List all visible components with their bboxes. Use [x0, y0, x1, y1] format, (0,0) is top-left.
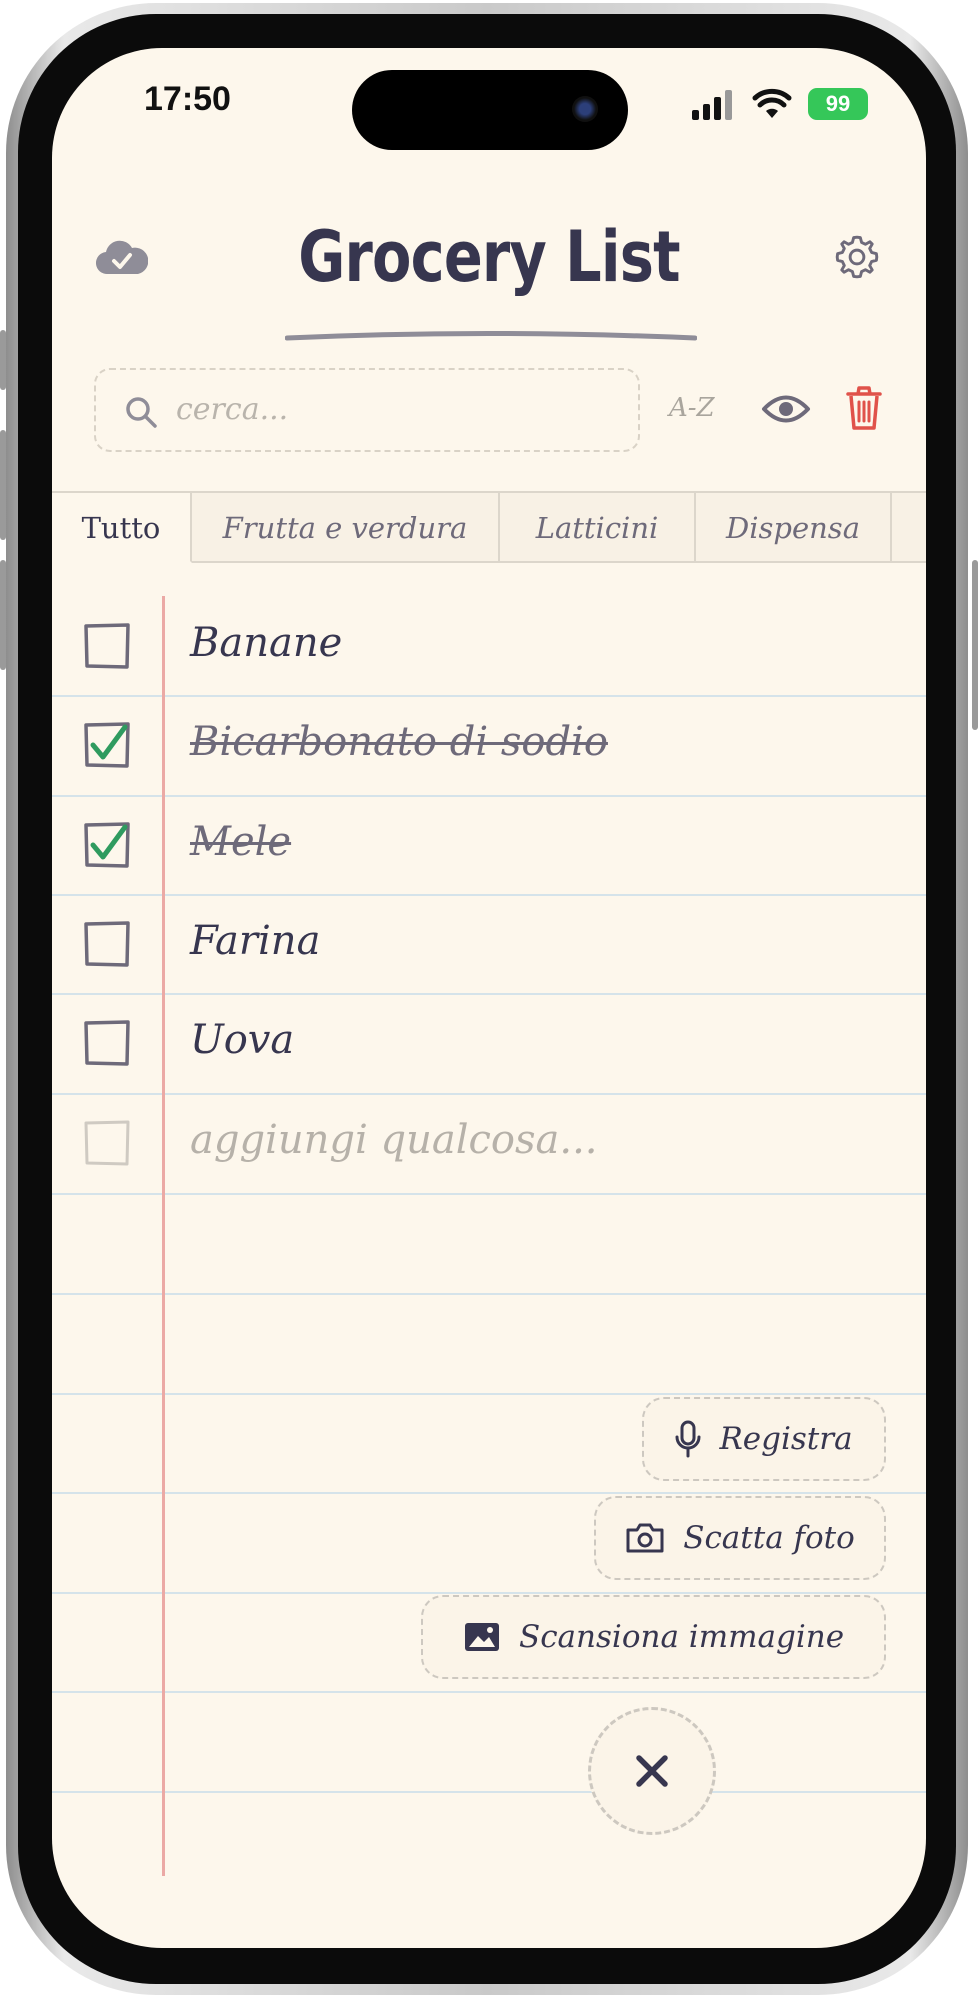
wifi-icon — [752, 88, 792, 118]
page-title: Grocery List — [298, 216, 680, 298]
search-field[interactable]: cerca... — [94, 368, 640, 452]
gear-icon[interactable] — [832, 232, 882, 282]
microphone-icon — [675, 1420, 701, 1458]
cellular-signal-icon — [692, 90, 732, 120]
record-button[interactable]: Registra — [642, 1397, 886, 1481]
mute-switch — [0, 330, 6, 390]
power-button — [972, 560, 978, 730]
ruled-line — [52, 1492, 926, 1494]
checkbox[interactable] — [83, 920, 131, 968]
tab-dispensa[interactable]: Dispensa — [696, 493, 892, 563]
search-placeholder: cerca... — [176, 392, 289, 427]
list-item[interactable]: Bicarbonato di sodio — [52, 697, 926, 793]
close-icon — [636, 1755, 668, 1787]
checkbox-checked[interactable] — [83, 821, 131, 869]
title-underline — [285, 331, 697, 341]
ruled-line — [52, 1393, 926, 1395]
scan-image-button[interactable]: Scansiona immagine — [421, 1595, 886, 1679]
take-photo-label: Scatta foto — [683, 1520, 855, 1556]
front-camera — [572, 96, 598, 122]
checkbox-placeholder — [84, 1120, 130, 1166]
list-item[interactable]: Farina — [52, 896, 926, 992]
add-item-input[interactable]: aggiungi qualcosa... — [190, 1117, 598, 1163]
record-label: Registra — [719, 1421, 853, 1457]
scan-image-label: Scansiona immagine — [518, 1619, 845, 1655]
image-icon — [464, 1623, 499, 1651]
search-icon — [126, 397, 157, 428]
sort-button[interactable]: A-Z — [669, 393, 715, 423]
tab-frutta-e-verdura[interactable]: Frutta e verdura — [192, 493, 500, 563]
trash-icon[interactable] — [846, 386, 882, 430]
list-item[interactable]: Banane — [52, 598, 926, 694]
camera-icon — [626, 1523, 664, 1553]
item-label: Uova — [190, 1017, 295, 1063]
item-label: Farina — [190, 918, 321, 964]
screen: 17:50 99 Grocery List cerca... A-Z Tutto… — [52, 48, 926, 1948]
close-menu-button[interactable] — [588, 1707, 716, 1835]
volume-up-button — [0, 430, 6, 540]
tab-latticini[interactable]: Latticini — [500, 493, 696, 563]
category-tabs: Tutto Frutta e verdura Latticini Dispens… — [52, 491, 926, 565]
item-label: Mele — [190, 819, 292, 865]
ruled-line — [52, 1691, 926, 1693]
list-item[interactable]: Mele — [52, 797, 926, 893]
ruled-line — [52, 1293, 926, 1295]
list-item[interactable]: Uova — [52, 995, 926, 1091]
tab-tutto[interactable]: Tutto — [52, 493, 192, 563]
checkbox-checked[interactable] — [83, 721, 131, 769]
add-item-row[interactable]: aggiungi qualcosa... — [52, 1095, 926, 1191]
ruled-line — [52, 1193, 926, 1195]
eye-icon[interactable] — [761, 392, 811, 426]
take-photo-button[interactable]: Scatta foto — [594, 1496, 886, 1580]
ruled-line — [52, 1791, 926, 1793]
item-label: Banane — [190, 620, 343, 666]
checkbox[interactable] — [83, 622, 131, 670]
checkbox[interactable] — [83, 1019, 131, 1067]
ruled-line — [52, 1592, 926, 1594]
status-time: 17:50 — [144, 80, 231, 118]
volume-down-button — [0, 560, 6, 670]
battery-indicator: 99 — [808, 88, 868, 120]
item-label: Bicarbonato di sodio — [190, 719, 608, 765]
tab-more[interactable] — [892, 493, 926, 563]
